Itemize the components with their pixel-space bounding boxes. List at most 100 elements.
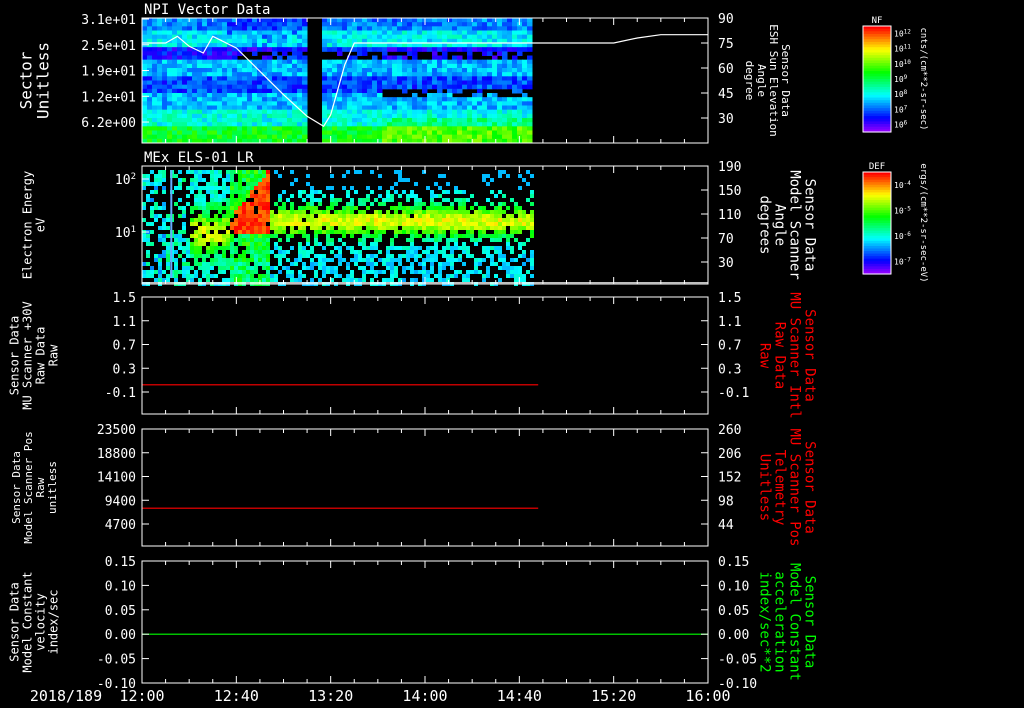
spectrogram-cell (237, 101, 243, 106)
spectrogram-cell (432, 109, 438, 115)
spectrogram-cell (478, 262, 482, 266)
spectrogram-cell (366, 254, 370, 258)
spectrogram-cell (326, 242, 330, 246)
spectrogram-cell (452, 22, 458, 27)
spectrogram-cell (434, 234, 438, 238)
spectrogram-cell (447, 18, 453, 23)
spectrogram-cell (186, 170, 190, 174)
spectrogram-cell (530, 190, 534, 194)
y2-tick-label: 75 (718, 37, 734, 52)
spectrogram-cell (478, 234, 482, 238)
spectrogram-cell (232, 118, 238, 123)
spectrogram-cell (522, 262, 526, 266)
spectrogram-cell (182, 266, 186, 270)
spectrogram-cell (434, 246, 438, 250)
spectrogram-cell (482, 22, 488, 27)
spectrogram-cell (498, 190, 502, 194)
spectrogram-cell (426, 230, 430, 234)
spectrogram-cell (326, 266, 330, 270)
spectrogram-cell (510, 230, 514, 234)
spectrogram-cell (462, 59, 468, 65)
spectrogram-cell (347, 130, 353, 136)
spectrogram-cell (146, 234, 150, 238)
spectrogram-cell (178, 242, 182, 246)
spectrogram-cell (434, 222, 438, 226)
spectrogram-cell (372, 34, 378, 40)
spectrogram-cell (332, 18, 338, 23)
spectrogram-cell (254, 182, 258, 186)
spectrogram-cell (472, 105, 478, 111)
spectrogram-cell (282, 26, 288, 31)
spectrogram-cell (194, 274, 198, 278)
spectrogram-cell (527, 101, 533, 106)
spectrogram-cell (322, 126, 328, 131)
spectrogram-cell (467, 51, 473, 56)
spectrogram-cell (238, 202, 242, 206)
spectrogram-cell (512, 118, 518, 123)
spectrogram-cell (237, 84, 243, 90)
spectrogram-cell (342, 34, 348, 40)
spectrogram-cell (467, 84, 473, 90)
spectrogram-cell (422, 59, 428, 65)
spectrogram-cell (267, 88, 273, 94)
spectrogram-cell (446, 222, 450, 226)
spectrogram-cell (177, 109, 183, 115)
y2-tick-label: 60 (718, 62, 734, 77)
spectrogram-cell (362, 43, 368, 48)
spectrogram-cell (406, 246, 410, 250)
spectrogram-cell (292, 34, 298, 40)
spectrogram-cell (142, 26, 148, 31)
spectrogram-cell (306, 194, 310, 198)
spectrogram-cell (197, 88, 203, 94)
spectrogram-cell (354, 250, 358, 254)
spectrogram-cell (292, 76, 298, 81)
spectrogram-cell (314, 230, 318, 234)
spectrogram-cell (322, 38, 328, 44)
spectrogram-cell (432, 105, 438, 111)
spectrogram-cell (370, 258, 374, 262)
spectrogram-cell (522, 97, 528, 102)
spectrogram-cell (242, 130, 248, 136)
spectrogram-cell (167, 118, 173, 123)
spectrogram-cell (278, 238, 282, 242)
spectrogram-cell (327, 76, 333, 81)
spectrogram-cell (254, 262, 258, 266)
spectrogram-cell (250, 230, 254, 234)
spectrogram-cell (158, 178, 162, 182)
spectrogram-cell (430, 258, 434, 262)
spectrogram-cell (507, 18, 513, 23)
spectrogram-cell (237, 97, 243, 102)
spectrogram-cell (257, 101, 263, 106)
spectrogram-cell (154, 278, 158, 282)
spectrogram-cell (237, 122, 243, 127)
spectrogram-cell (432, 130, 438, 136)
spectrogram-cell (426, 250, 430, 254)
spectrogram-cell (172, 113, 178, 119)
spectrogram-cell (302, 93, 308, 98)
spectrogram-cell (278, 210, 282, 214)
spectrogram-cell (142, 76, 148, 81)
spectrogram-cell (298, 210, 302, 214)
spectrogram-cell (442, 126, 448, 131)
spectrogram-cell (502, 76, 508, 81)
spectrogram-cell (166, 214, 170, 218)
spectrogram-cell (498, 278, 502, 282)
spectrogram-cell (147, 130, 153, 136)
spectrogram-cell (442, 174, 446, 178)
spectrogram-cell (354, 222, 358, 226)
spectrogram-cell (527, 118, 533, 123)
spectrogram-cell (202, 258, 206, 262)
spectrogram-cell (218, 218, 222, 222)
spectrogram-cell (338, 218, 342, 222)
spectrogram-cell (190, 250, 194, 254)
spectrogram-cell (318, 226, 322, 230)
spectrogram-cell (502, 266, 506, 270)
spectrogram-cell (387, 113, 393, 119)
spectrogram-cell (267, 113, 273, 119)
spectrogram-cell (426, 226, 430, 230)
spectrogram-cell (357, 26, 363, 31)
spectrogram-cell (250, 254, 254, 258)
spectrogram-cell (398, 194, 402, 198)
spectrogram-cell (442, 266, 446, 270)
spectrogram-cell (412, 93, 418, 98)
